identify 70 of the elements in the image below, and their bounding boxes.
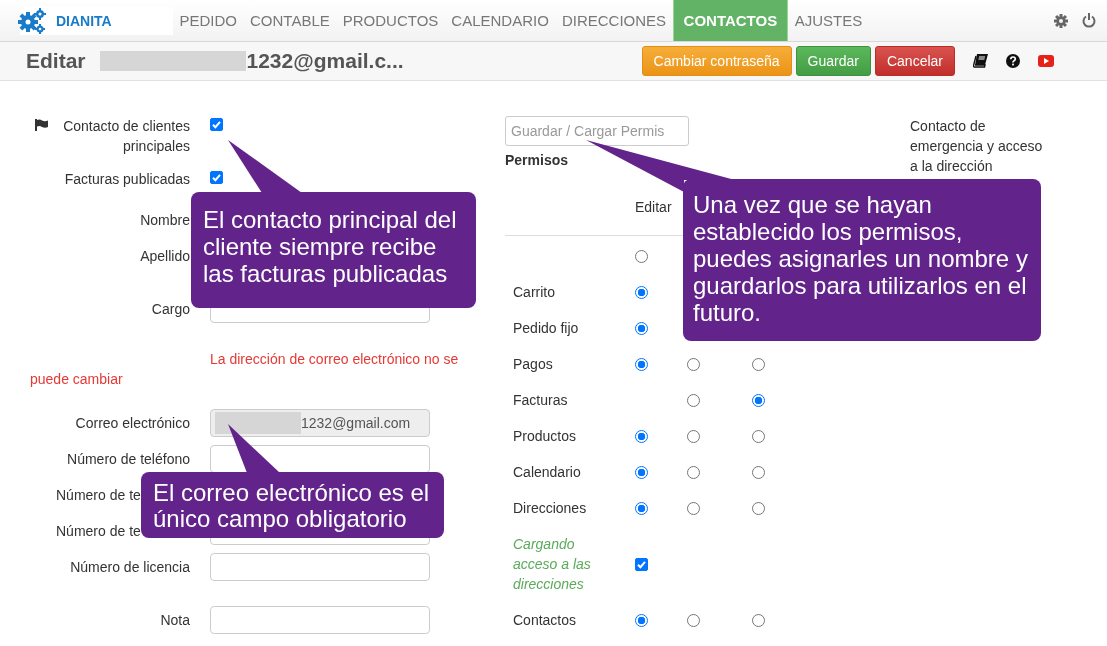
radio-button[interactable] (751, 501, 765, 515)
nav-tab[interactable]: CONTACTOS (672, 0, 789, 41)
field-label: Número de te (56, 523, 141, 539)
radio-button[interactable] (634, 321, 648, 335)
power-icon[interactable] (1082, 13, 1096, 28)
column-heading: Contacto de emergencia y acceso a la dirección (910, 117, 1044, 176)
radio-button[interactable] (686, 429, 700, 443)
checkbox[interactable] (210, 118, 223, 131)
action-button[interactable]: Guardar (795, 46, 871, 76)
field-label: Nota (160, 612, 190, 628)
field-label: Cargo (151, 301, 190, 317)
permission-label: Direcciones (513, 500, 587, 516)
permission-label: Calendario (513, 464, 581, 480)
input-field[interactable] (210, 553, 430, 581)
radio-button[interactable] (751, 357, 765, 371)
field-label: Apellido (140, 248, 190, 264)
radio-button[interactable] (634, 613, 648, 627)
field-label: Número de te (56, 487, 141, 503)
checkbox[interactable] (210, 171, 223, 184)
pointer-tooltip (228, 424, 280, 473)
radio-button[interactable] (751, 613, 765, 627)
permission-label: Productos (513, 428, 577, 444)
radio-button[interactable] (751, 393, 765, 407)
radio-button[interactable] (751, 429, 765, 443)
action-button[interactable]: Cancelar (874, 46, 955, 76)
nav-tab[interactable]: AJUSTES (788, 0, 869, 41)
nav-tab[interactable]: CONTABLE (243, 0, 337, 41)
permission-label: Contactos (513, 612, 577, 628)
permission-label: Pagos (513, 356, 553, 372)
action-button[interactable]: Cambiar contraseña (641, 46, 792, 76)
nav-tab[interactable]: PRODUCTOS (336, 0, 445, 41)
field-label: Nombre (140, 212, 190, 228)
field-label: Correo electrónico (75, 415, 190, 431)
error-message: La dirección de correo electrónico no se puede cambiar (30, 350, 460, 389)
callout-tooltip: Una vez que se hayan establecido los permisos, puedes asignarles un nombre y guardarlos para utilizarlos en el futuro. (683, 179, 1041, 341)
radio-button[interactable] (686, 501, 700, 515)
radio-button[interactable] (634, 429, 648, 443)
permission-set-field[interactable]: Guardar / Cargar Permis (505, 116, 689, 146)
video-icon[interactable] (1038, 55, 1054, 67)
nav-tab[interactable]: CALENDARIO (444, 0, 556, 41)
permission-label: Carrito (513, 284, 555, 300)
radio-button[interactable] (686, 465, 700, 479)
brand-name[interactable]: DIANITA (56, 13, 112, 29)
radio-button[interactable] (634, 285, 648, 299)
radio-button[interactable] (634, 249, 648, 263)
book-icon[interactable] (973, 54, 988, 68)
permission-label: Pedido fijo (513, 320, 579, 336)
contact-email-title: 1232@gmail.c... (246, 49, 404, 73)
permission-label: Facturas (513, 392, 568, 408)
help-icon[interactable] (1006, 54, 1020, 68)
radio-button[interactable] (686, 613, 700, 627)
section-title: Permisos (505, 152, 569, 168)
radio-button[interactable] (686, 357, 700, 371)
radio-button[interactable] (634, 501, 648, 515)
radio-button[interactable] (634, 465, 648, 479)
permission-label: Cargando acceso a las direcciones (513, 535, 592, 594)
page-title: Editar (26, 49, 86, 73)
input-field[interactable] (210, 606, 430, 634)
field-label: Facturas publicadas (63, 170, 190, 189)
radio-button[interactable] (751, 465, 765, 479)
nav-tab[interactable]: PEDIDO (173, 0, 244, 41)
nav-tab[interactable]: DIRECCIONES (555, 0, 673, 41)
checkbox[interactable] (634, 557, 648, 571)
field-label: Número de teléfono (67, 451, 190, 467)
settings-icon[interactable] (1054, 13, 1068, 28)
column-heading: Editar (634, 199, 673, 215)
radio-button[interactable] (686, 393, 700, 407)
field-label: Contacto de clientes principales (62, 117, 190, 156)
field-label: Número de licencia (70, 559, 190, 575)
radio-button[interactable] (634, 357, 648, 371)
